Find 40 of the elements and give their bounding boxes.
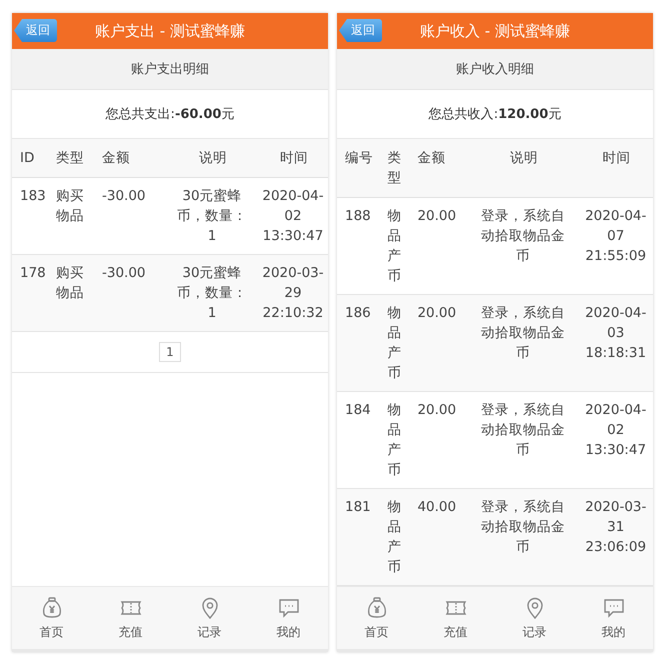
- table-cell: 物品产币: [379, 294, 410, 392]
- nav-item[interactable]: 充值: [91, 587, 170, 649]
- table-cell: 181: [337, 488, 380, 586]
- nav-item[interactable]: 首页: [337, 587, 416, 649]
- page-number[interactable]: 1: [159, 342, 181, 362]
- table-cell: 登录，系统自动拾取物品金币: [468, 488, 572, 586]
- table-cell: 2020-04-03 18:18:31: [572, 294, 653, 392]
- nav-item[interactable]: 记录: [495, 587, 574, 649]
- page-title: 账户收入 - 测试蜜蜂赚: [420, 22, 570, 40]
- nav-item[interactable]: 我的: [249, 587, 328, 649]
- table-cell: -30.00: [94, 254, 166, 332]
- total-summary: 您总共支出:-60.00元: [104, 106, 236, 124]
- column-header: 时间: [572, 138, 653, 198]
- table-cell: 178: [12, 254, 48, 332]
- nav-item[interactable]: 充值: [416, 587, 495, 649]
- column-header: 时间: [252, 138, 328, 178]
- column-header: 金额: [409, 138, 468, 198]
- column-header: ID: [12, 138, 48, 178]
- table-cell: 20.00: [409, 294, 468, 392]
- total-summary: 您总共收入:120.00元: [428, 106, 562, 124]
- table-cell: 物品产币: [379, 488, 410, 586]
- column-header: 金额: [94, 138, 166, 178]
- table-cell: 40.00: [409, 488, 468, 586]
- section-title: 账户支出明细: [12, 49, 328, 90]
- column-header: 类型: [48, 138, 94, 178]
- column-header: 编号: [337, 138, 380, 198]
- section-title: 账户收入明细: [337, 49, 653, 90]
- nav-item[interactable]: 我的: [574, 587, 653, 649]
- table-cell: 2020-03-31 23:06:09: [572, 488, 653, 586]
- page-title: 账户支出 - 测试蜜蜂赚: [95, 22, 245, 40]
- column-header: 类型: [379, 138, 410, 198]
- nav-item[interactable]: 记录: [170, 587, 249, 649]
- column-header: 说明: [166, 138, 252, 178]
- table-cell: 186: [337, 294, 380, 392]
- column-header: 说明: [468, 138, 572, 198]
- table-cell: 30元蜜蜂币，数量：1: [166, 254, 252, 332]
- nav-item[interactable]: 首页: [12, 587, 91, 649]
- table-cell: 登录，系统自动拾取物品金币: [468, 294, 572, 392]
- table-cell: 2020-03-29 22:10:32: [252, 254, 328, 332]
- table-cell: 购买物品: [48, 254, 94, 332]
